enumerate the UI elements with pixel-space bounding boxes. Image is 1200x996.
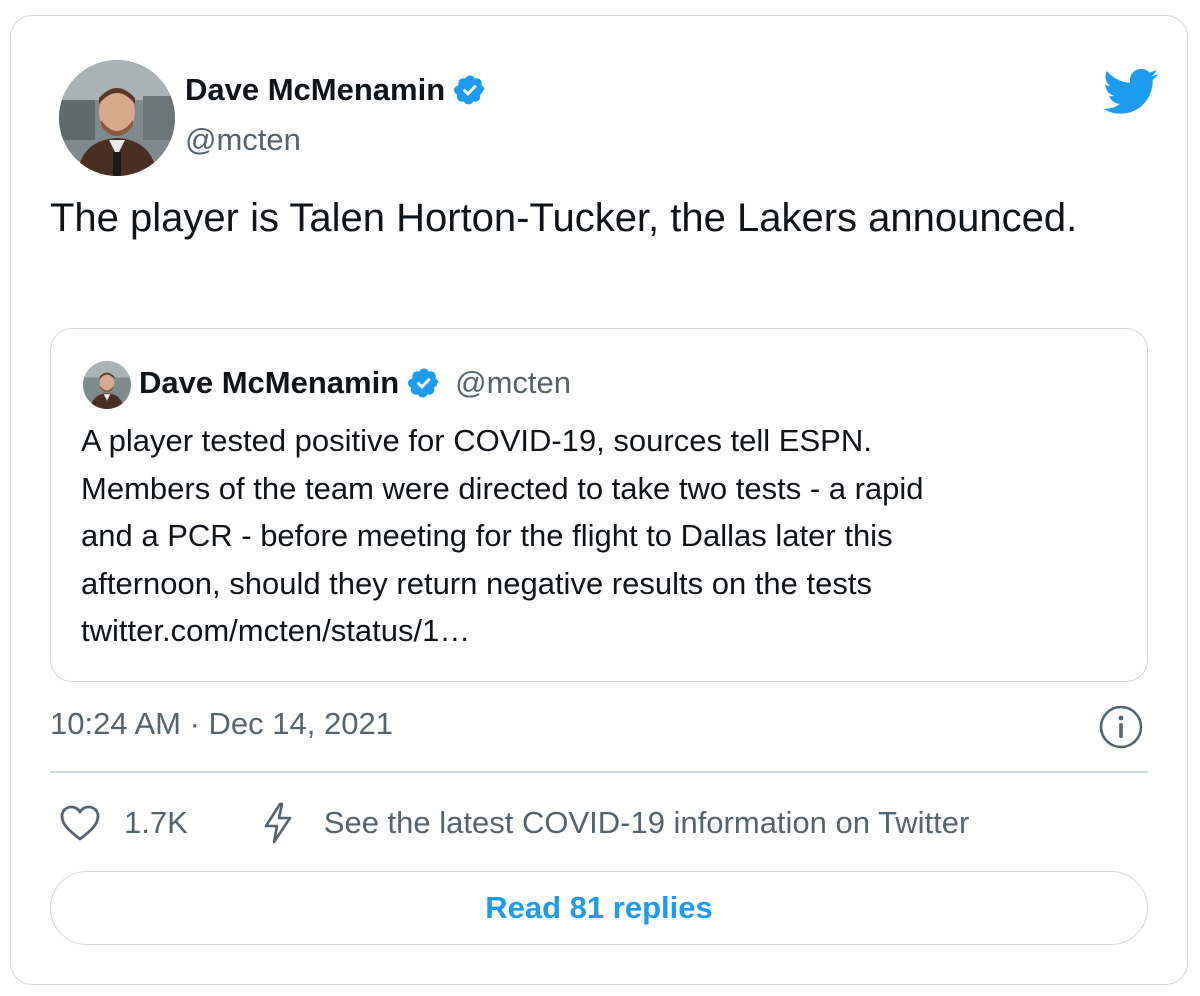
quoted-tweet-text: A player tested positive for COVID-19, s… (81, 417, 1121, 655)
quoted-tweet-line: Members of the team were directed to tak… (81, 470, 924, 506)
quoted-tweet[interactable]: Dave McMenamin @mcten A player tested po… (50, 328, 1148, 682)
verified-badge-icon (454, 75, 485, 105)
quoted-author-name: Dave McMenamin (139, 365, 400, 400)
quoted-tweet-line: afternoon, should they return negative r… (81, 565, 872, 601)
quoted-author-handle: @mcten (455, 365, 572, 400)
quoted-tweet-link[interactable]: twitter.com/mcten/status/1… (81, 607, 1121, 655)
quoted-tweet-line: A player tested positive for COVID-19, s… (81, 423, 872, 458)
covid-info-link[interactable]: See the latest COVID-19 information on T… (324, 805, 970, 841)
info-icon[interactable] (1098, 704, 1144, 750)
heart-icon[interactable] (58, 803, 102, 843)
like-count[interactable]: 1.7K (124, 805, 188, 841)
quoted-author-avatar (83, 361, 131, 409)
author-avatar[interactable] (59, 60, 175, 176)
author-handle[interactable]: @mcten (185, 122, 301, 158)
action-bar: 1.7K See the latest COVID-19 information… (50, 800, 969, 846)
lightning-icon (264, 802, 292, 844)
quoted-author-row: Dave McMenamin @mcten (139, 365, 571, 401)
author-name[interactable]: Dave McMenamin (185, 72, 487, 108)
author-name-text[interactable]: Dave McMenamin (185, 72, 445, 108)
tweet-text: The player is Talen Horton-Tucker, the L… (50, 196, 1078, 240)
twitter-bird-icon[interactable] (1103, 68, 1159, 116)
quoted-tweet-line: and a PCR - before meeting for the fligh… (81, 518, 893, 553)
tweet-timestamp[interactable]: 10:24 AM · Dec 14, 2021 (50, 706, 393, 742)
read-replies-button[interactable]: Read 81 replies (50, 871, 1148, 945)
divider (50, 771, 1148, 773)
verified-badge-icon (408, 368, 439, 398)
